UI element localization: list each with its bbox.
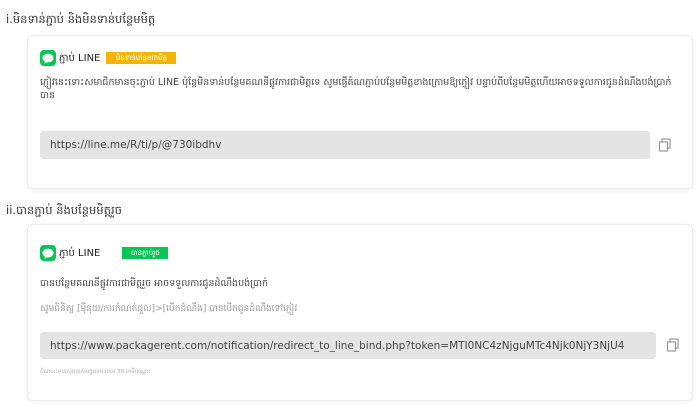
line-app-icon [40,50,56,66]
settings-hint: សូមពិនិត្យ [ម៉ឺនុយ/ការកំណត់ជួល]>[បើកដំណឹ… [40,304,298,314]
not-friend-badge: មិនទាន់បន្ថែមជាមិត្ត [106,52,177,64]
unbound-description: ភ្ញៀវនេះទោះសមាជិកមានចុះភ្ជាប់ LINE ប៉ុន្… [40,77,672,101]
copy-icon[interactable] [666,338,680,352]
section-title-unbound: i.មិនទាន់ភ្ជាប់ និងមិនទាន់បន្ថែមមិត្ត [6,12,156,26]
card-header: ភ្ជាប់ LINE មិនទាន់បន្ថែមជាមិត្ត [40,50,177,66]
bind-link-field[interactable]: https://www.packagerent.com/notification… [40,332,656,359]
line-app-icon [40,245,56,261]
link-expiry-note: តំណនេះមានសុពលភាពក្នុងរយៈពេល 30 នាទីប៉ុណ្… [40,369,151,375]
section-title-bound: ii.បានភ្ជាប់ និងបន្ថែមមិត្តរួច [6,203,122,217]
unbound-card: ភ្ជាប់ LINE មិនទាន់បន្ថែមជាមិត្ត ភ្ញៀវនេ… [28,36,692,188]
card-header: ភ្ជាប់ LINE បានភ្ជាប់រួច [40,245,169,261]
line-account-label: ភ្ជាប់ LINE [59,52,101,64]
friend-link-field[interactable]: https://line.me/R/ti/p/@730ibdhv [40,131,650,159]
bound-card: ភ្ជាប់ LINE បានភ្ជាប់រួច បានបន្ថែមគណនីផ្… [28,225,692,400]
bound-badge: បានភ្ជាប់រួច [122,247,169,259]
copy-icon[interactable] [658,138,672,152]
bound-description: បានបន្ថែមគណនីផ្លូវការជាមិត្តរួច អាចទទួលក… [40,278,269,289]
line-account-label: ភ្ជាប់ LINE [59,247,101,259]
